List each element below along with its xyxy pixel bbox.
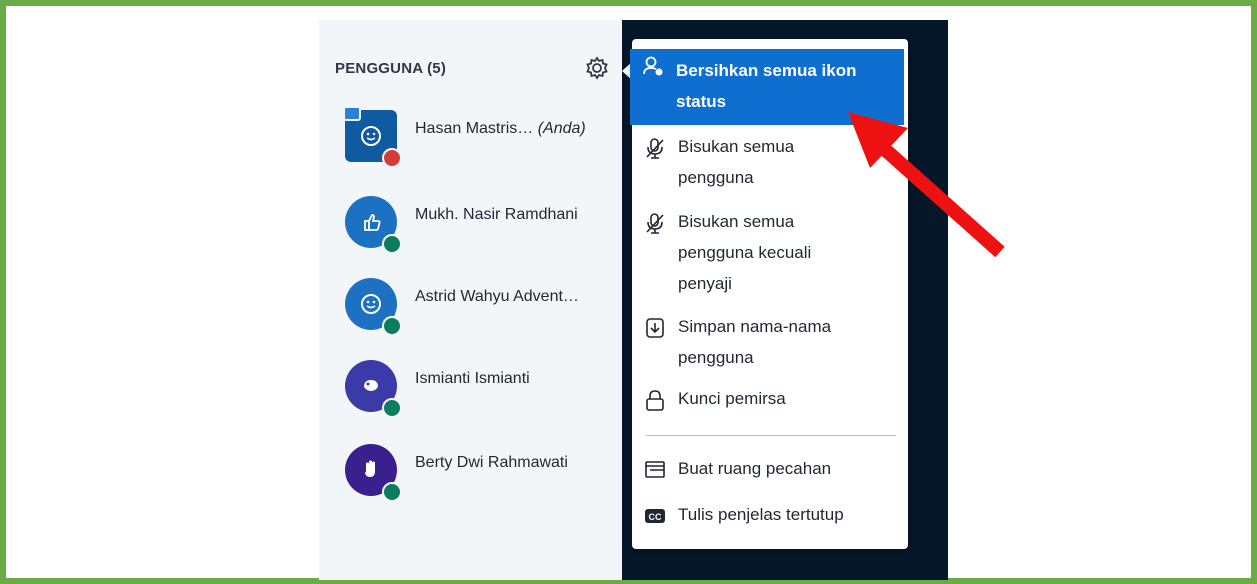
user-name: Ismianti Ismianti (415, 370, 530, 387)
user-name: Berty Dwi Rahmawati (415, 454, 568, 471)
user-name: Hasan Mastris… (Anda) (415, 120, 586, 137)
user-name: Astrid Wahyu Advent… (415, 288, 579, 305)
red-arrow-annotation (848, 112, 1005, 258)
cc-icon: CC (644, 505, 666, 527)
headphones-icon (382, 316, 402, 336)
user-name: Mukh. Nasir Ramdhani (415, 206, 578, 223)
menu-item-save-user-names[interactable]: Simpan nama-nama pengguna (632, 311, 908, 373)
mute-icon (644, 137, 666, 159)
download-icon (644, 317, 666, 339)
user-list-item[interactable]: Ismianti Ismianti (345, 360, 625, 420)
menu-item-lock-viewers[interactable]: Kunci pemirsa (632, 383, 908, 414)
user-list-item[interactable]: Mukh. Nasir Ramdhani (345, 196, 625, 256)
menu-divider (646, 435, 896, 436)
menu-item-create-breakout-rooms[interactable]: Buat ruang pecahan (632, 453, 908, 484)
user-list-item[interactable]: Berty Dwi Rahmawati (345, 444, 625, 504)
menu-item-write-closed-captions[interactable]: CC Tulis penjelas tertutup (632, 499, 908, 530)
muted-mic-icon (382, 148, 402, 168)
mute-icon (644, 212, 666, 234)
breakout-icon (644, 459, 666, 481)
lock-icon (644, 389, 666, 411)
gear-icon[interactable] (584, 55, 610, 81)
user-clear-icon (642, 55, 664, 77)
users-panel-title: PENGGUNA (5) (335, 60, 447, 77)
headphones-icon (382, 398, 402, 418)
user-list-item[interactable]: Hasan Mastris… (Anda) (343, 106, 625, 170)
headphones-icon (382, 234, 402, 254)
user-list-item[interactable]: Astrid Wahyu Advent… (345, 278, 625, 338)
svg-text:CC: CC (649, 512, 662, 522)
presenter-icon (343, 106, 361, 121)
headphones-icon (382, 482, 402, 502)
